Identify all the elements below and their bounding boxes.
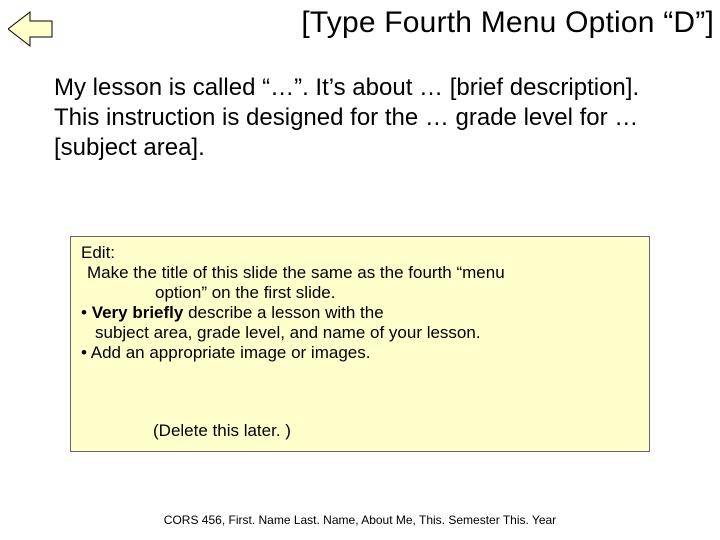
note-line: subject area, grade level, and name of y… (81, 323, 639, 343)
note-bullet: • Add an appropriate image or images. (81, 343, 639, 363)
bullet-marker: • (81, 303, 92, 322)
slide-title: [Type Fourth Menu Option “D”] (60, 6, 714, 40)
edit-note-box: Edit: Make the title of this slide the s… (70, 236, 650, 452)
delete-later-text: (Delete this later. ) (153, 421, 291, 441)
note-line: Make the title of this slide the same as… (81, 263, 639, 283)
note-line: option” on the first slide. (81, 283, 639, 303)
note-text: describe a lesson with the (183, 303, 383, 322)
body-paragraph: My lesson is called “…”. It’s about … [b… (54, 73, 690, 163)
bold-text: Very briefly (92, 303, 184, 322)
note-bullet: • Very briefly describe a lesson with th… (81, 303, 639, 323)
back-arrow-icon (8, 10, 54, 48)
footer-text: CORS 456, First. Name Last. Name, About … (0, 513, 720, 527)
edit-label: Edit: (81, 243, 639, 263)
back-arrow-button[interactable] (8, 10, 54, 48)
